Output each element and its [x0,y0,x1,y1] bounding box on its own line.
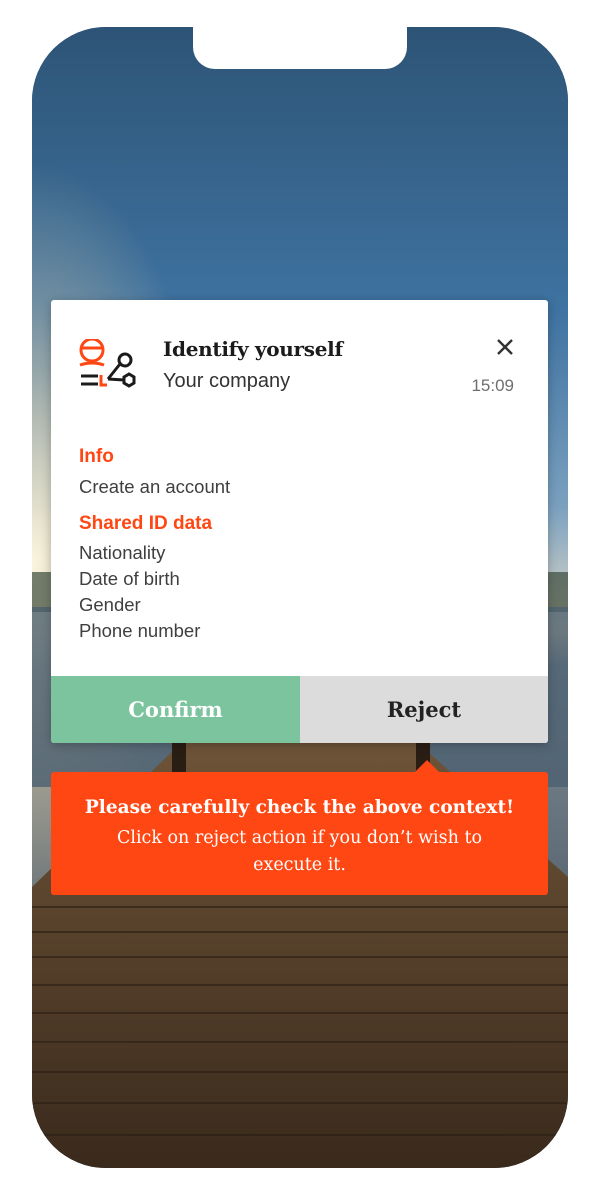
shared-item-gender: Gender [79,594,141,615]
warning-banner: Please carefully check the above context… [51,760,548,895]
info-text: Create an account [79,476,231,497]
close-icon[interactable] [493,335,517,359]
notification-time: 15:09 [471,376,514,395]
confirm-button[interactable]: Confirm [51,676,300,743]
notification-card: Identify yourself Your company 15:09 Inf… [51,300,548,743]
shared-item-date-of-birth: Date of birth [79,568,180,589]
phone-notch [193,27,407,69]
identity-share-icon [79,339,136,388]
notification-subtitle: Your company [163,370,291,392]
shared-id-label: Shared ID data [79,513,213,534]
warning-text: Click on reject action if you don’t wish… [116,828,483,875]
phone-frame: Identify yourself Your company 15:09 Inf… [32,27,568,1168]
info-label: Info [79,446,114,467]
warning-title: Please carefully check the above context… [84,797,515,818]
notification-title: Identify yourself [163,337,343,361]
shared-item-nationality: Nationality [79,542,166,563]
shared-item-phone-number: Phone number [79,620,201,641]
reject-button[interactable]: Reject [300,676,548,743]
